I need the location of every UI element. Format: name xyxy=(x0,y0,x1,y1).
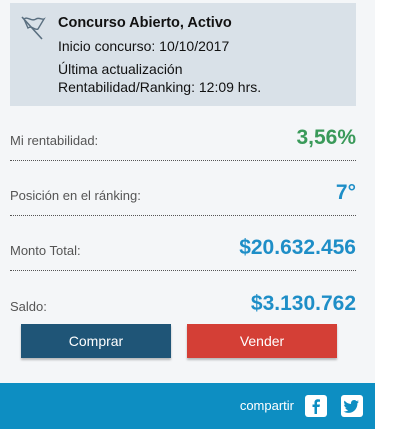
buy-button[interactable]: Comprar xyxy=(21,324,171,358)
contest-title: Concurso Abierto, Activo xyxy=(58,15,232,31)
contest-panel: Concurso Abierto, Activo Inicio concurso… xyxy=(0,0,375,429)
flag-icon xyxy=(18,14,46,42)
contest-status-box: Concurso Abierto, Activo Inicio concurso… xyxy=(10,3,356,106)
stat-label: Mi rentabilidad: xyxy=(10,133,99,148)
stat-row-saldo: Saldo: $3.130.762 xyxy=(10,271,356,326)
stat-label: Posición en el ránking: xyxy=(10,188,141,203)
last-update-time: Rentabilidad/Ranking: 12:09 hrs. xyxy=(58,79,262,95)
stat-label: Saldo: xyxy=(10,299,47,314)
twitter-icon[interactable] xyxy=(341,395,363,417)
contest-start-date: Inicio concurso: 10/10/2017 xyxy=(58,38,230,54)
last-update-label: Última actualización xyxy=(58,61,183,77)
share-label: compartir xyxy=(239,398,294,413)
facebook-icon[interactable] xyxy=(305,395,327,417)
stat-label: Monto Total: xyxy=(10,243,81,258)
stat-row-rentabilidad: Mi rentabilidad: 3,56% xyxy=(10,106,356,161)
sell-button[interactable]: Vender xyxy=(187,324,337,358)
share-footer: compartir xyxy=(0,383,375,429)
stat-row-monto-total: Monto Total: $20.632.456 xyxy=(10,216,356,271)
stat-value: $3.130.762 xyxy=(250,292,356,315)
stat-value: 7° xyxy=(335,181,356,204)
stat-value: $20.632.456 xyxy=(239,236,356,259)
stat-value: 3,56% xyxy=(296,126,356,149)
stat-row-ranking: Posición en el ránking: 7° xyxy=(10,161,356,216)
